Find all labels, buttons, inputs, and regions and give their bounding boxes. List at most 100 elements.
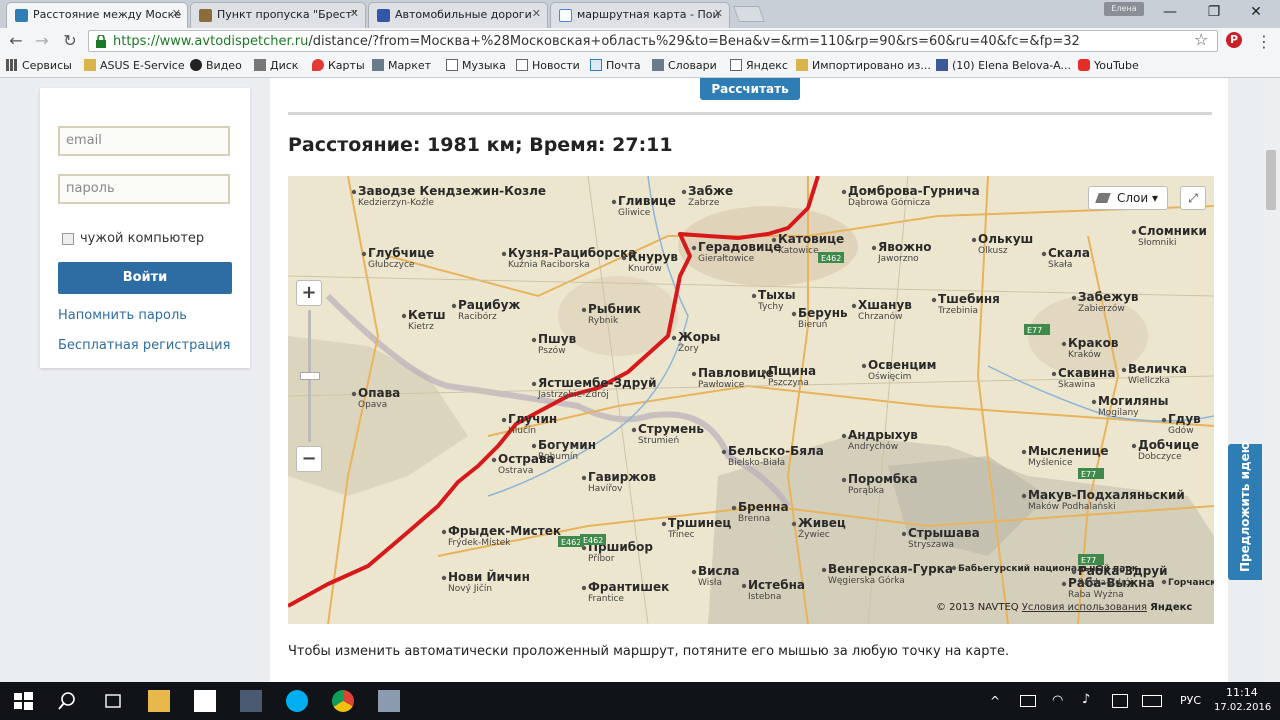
zoom-slider-handle[interactable]	[300, 372, 320, 380]
task-view-icon[interactable]	[102, 690, 124, 712]
login-button[interactable]: Войти	[58, 262, 232, 294]
browser-tab[interactable]: Пункт пропуска "Брест" ✕	[190, 2, 366, 28]
battery-icon[interactable]	[1020, 695, 1036, 707]
bookmark-item[interactable]: ASUS E-Service	[84, 59, 185, 72]
chrome-icon[interactable]	[332, 690, 354, 712]
language-indicator[interactable]: РУС	[1180, 694, 1201, 707]
bookmark-item[interactable]: Карты	[312, 59, 365, 72]
address-bar[interactable]: https://www.avtodispetcher.ru/distance/?…	[88, 30, 1218, 52]
forward-arrow-icon[interactable]: →	[32, 31, 52, 51]
browser-tab[interactable]: маршрутная карта - Пои ✕	[550, 2, 730, 28]
clock-date[interactable]: 17.02.2016	[1214, 702, 1271, 713]
city-dot	[611, 199, 617, 205]
windows-taskbar: ^ ◠ ♪ РУС 11:14 17.02.2016	[0, 682, 1280, 720]
scrollbar-thumb[interactable]	[1266, 150, 1276, 210]
pinterest-icon[interactable]: P	[1226, 32, 1242, 48]
city-name: Герадовице	[698, 240, 781, 254]
maximize-icon[interactable]: ❐	[1194, 0, 1234, 24]
city-latin-name: Wisła	[698, 578, 722, 588]
app-icon[interactable]	[240, 690, 262, 712]
bookmark-star-icon[interactable]: ☆	[1194, 30, 1208, 49]
register-link[interactable]: Бесплатная регистрация	[58, 338, 230, 353]
city-latin-name: Skała	[1048, 260, 1072, 270]
windows-start-icon[interactable]	[12, 690, 34, 712]
bookmark-item[interactable]: Словари	[652, 59, 717, 72]
site-favicon-icon	[15, 9, 28, 22]
yandex-logo[interactable]: Яндекс	[1150, 602, 1192, 613]
reload-icon[interactable]: ↻	[60, 31, 80, 51]
bookmark-item[interactable]: Музыка	[446, 59, 506, 72]
back-arrow-icon[interactable]: ←	[6, 31, 26, 51]
close-tab-icon[interactable]: ✕	[714, 7, 723, 20]
calculate-button[interactable]: Рассчитать	[700, 78, 800, 100]
city-name: Бренна	[738, 500, 789, 514]
app-icon[interactable]	[378, 690, 400, 712]
zoom-in-button[interactable]: +	[296, 280, 322, 306]
bookmark-item[interactable]: Импортировано из...	[796, 59, 931, 72]
city-dot	[1061, 581, 1067, 587]
email-input[interactable]: email	[58, 126, 230, 156]
close-window-icon[interactable]: ✕	[1236, 0, 1276, 24]
clock-time[interactable]: 11:14	[1226, 686, 1258, 699]
road-shield: E462	[580, 534, 606, 545]
profile-badge[interactable]: Елена	[1104, 2, 1144, 16]
wifi-icon[interactable]: ◠	[1052, 693, 1063, 708]
browser-tab[interactable]: Расстояние между Моске ✕	[6, 2, 188, 28]
close-tab-icon[interactable]: ✕	[172, 7, 181, 20]
password-input[interactable]: пароль	[58, 174, 230, 204]
city-latin-name: Jaworzno	[877, 254, 919, 264]
remind-password-link[interactable]: Напомнить пароль	[58, 308, 187, 323]
bookmark-item[interactable]: Видео	[190, 59, 242, 72]
city-latin-name: Myślenice	[1028, 457, 1073, 468]
browser-tab[interactable]: Автомобильные дороги ✕	[368, 2, 548, 28]
page-scrollbar[interactable]	[1262, 78, 1280, 682]
tray-chevron-icon[interactable]: ^	[990, 694, 1000, 708]
menu-icon[interactable]: ⋮	[1256, 32, 1272, 51]
volume-icon[interactable]: ♪	[1082, 692, 1090, 707]
city-latin-name: Katowice	[778, 246, 819, 256]
city-latin-name: Pszczyna	[768, 378, 809, 388]
new-tab-button[interactable]	[733, 6, 765, 22]
zoom-out-button[interactable]: −	[296, 446, 322, 472]
layers-button[interactable]: Слои ▾	[1088, 186, 1168, 210]
city-name: Богумин	[538, 438, 596, 452]
city-latin-name: Węgierska Górka	[828, 575, 905, 586]
bookmark-item[interactable]: YouTube	[1078, 59, 1139, 72]
keyboard-icon[interactable]	[1142, 695, 1162, 707]
search-icon[interactable]	[56, 690, 78, 712]
close-tab-icon[interactable]: ✕	[532, 7, 541, 20]
bookmark-item[interactable]: Сервисы	[6, 59, 72, 72]
city-dot	[751, 293, 757, 299]
foreign-computer-checkbox[interactable]	[62, 233, 74, 245]
bookmark-item[interactable]: Почта	[590, 59, 641, 72]
bookmark-item[interactable]: Новости	[516, 59, 580, 72]
city-dot	[821, 567, 827, 573]
city-dot	[621, 255, 627, 261]
copyright-text: © 2013 NAVTEQ	[936, 602, 1019, 613]
bookmark-label: Новости	[532, 59, 580, 72]
city-latin-name: Opava	[358, 400, 387, 410]
terms-link[interactable]: Условия использования	[1022, 602, 1147, 613]
disk-icon	[254, 59, 266, 71]
map-canvas[interactable]: Заводзе Кендзежин-КозлеKedzierzyn-Koźle Г…	[288, 176, 1214, 624]
suggest-idea-button[interactable]: Предложить идею	[1228, 442, 1264, 580]
store-icon[interactable]	[194, 690, 216, 712]
skype-icon[interactable]	[286, 690, 308, 712]
city-latin-name: Żywiec	[798, 529, 830, 540]
file-explorer-icon[interactable]	[148, 690, 170, 712]
close-tab-icon[interactable]: ✕	[350, 7, 359, 20]
bookmark-item[interactable]: Яндекс	[730, 59, 788, 72]
market-icon	[372, 59, 384, 71]
city-latin-name: Skawina	[1058, 380, 1095, 390]
apps-grid-icon	[6, 59, 18, 71]
action-center-icon[interactable]	[1112, 694, 1128, 708]
route-map[interactable]: Заводзе Кендзежин-Козле Kedzierzyn-Koźle Г…	[288, 176, 1214, 624]
fullscreen-icon[interactable]: ⤢	[1180, 186, 1206, 210]
bookmark-item[interactable]: Маркет	[372, 59, 431, 72]
city-latin-name: Dąbrowa Górnicza	[848, 197, 930, 208]
bookmark-item[interactable]: (10) Elena Belova-A...	[936, 59, 1071, 72]
site-favicon-icon	[377, 9, 390, 22]
minimize-icon[interactable]: —	[1150, 0, 1190, 24]
bookmark-item[interactable]: Диск	[254, 59, 298, 72]
city-name: Явожно	[878, 240, 932, 254]
